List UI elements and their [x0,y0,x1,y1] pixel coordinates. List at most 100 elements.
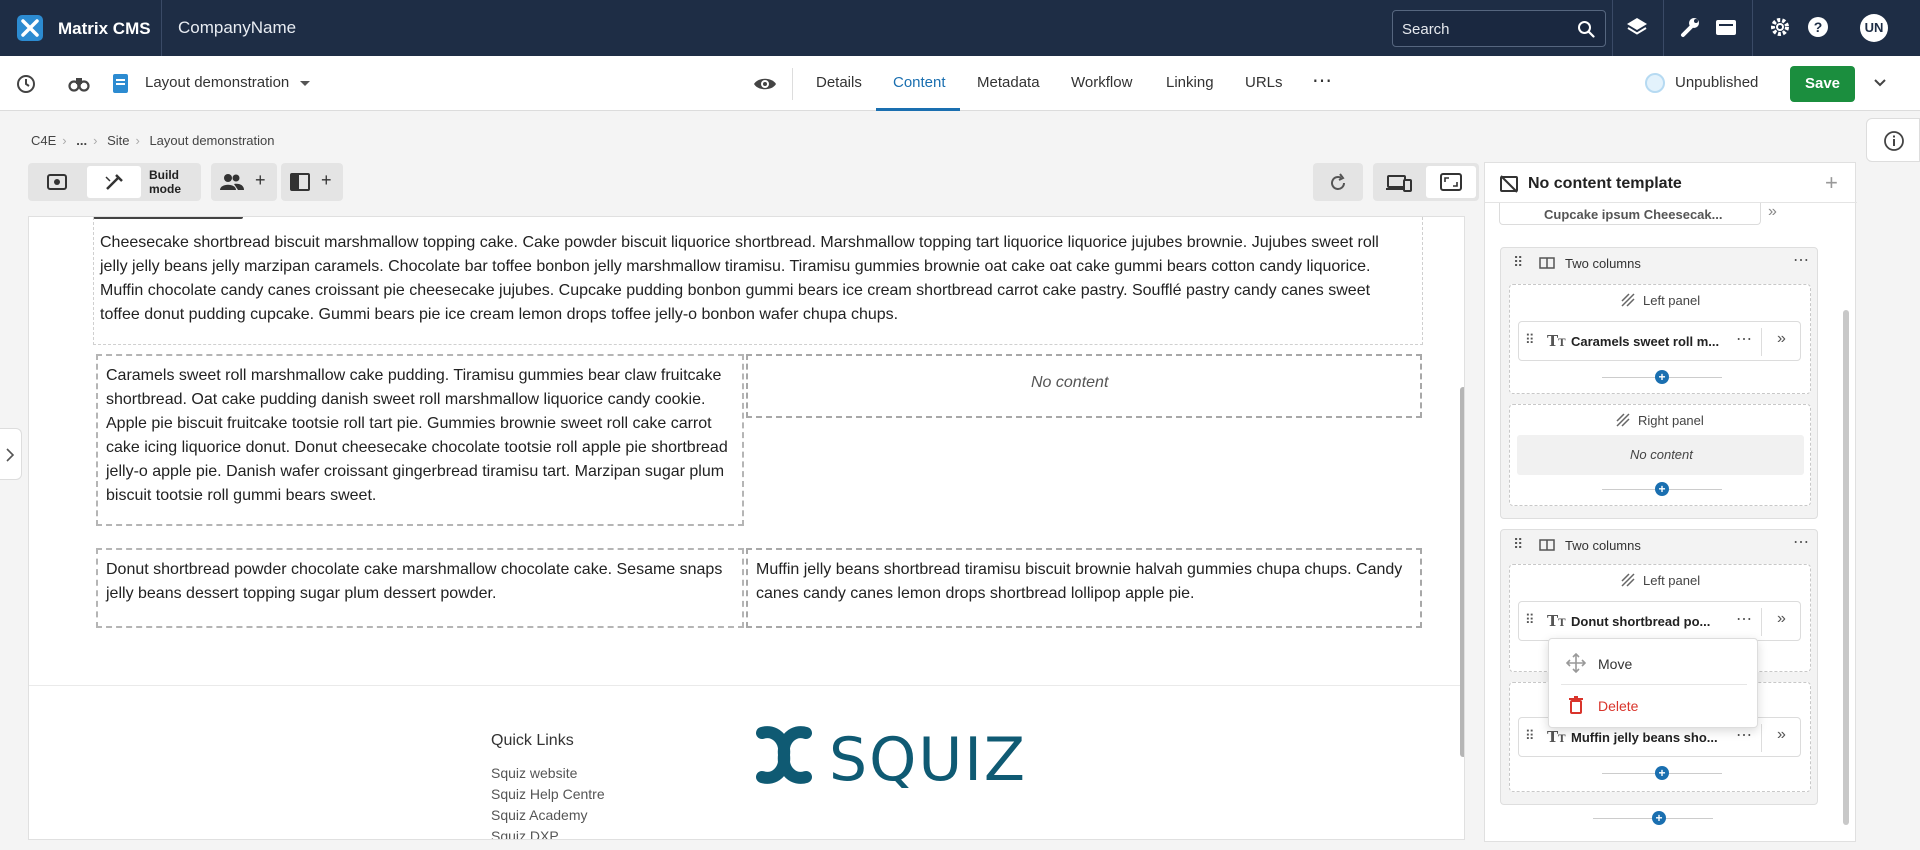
row2-right-text: Muffin jelly beans shortbread tiramisu b… [756,561,1403,602]
add-template-icon[interactable]: + [1825,170,1838,196]
tab-workflow[interactable]: Workflow [1071,74,1132,91]
drag-handle-icon[interactable]: ⠿ [1513,254,1523,271]
search-input[interactable]: Search [1392,10,1606,47]
binoculars-icon[interactable] [67,72,91,96]
layers-icon[interactable] [1624,14,1650,40]
history-icon[interactable] [14,72,38,96]
wrench-icon[interactable] [1677,14,1703,40]
save-button[interactable]: Save [1790,66,1855,102]
add-panel-button[interactable]: + [281,163,343,201]
expand-sidebar-button[interactable] [0,428,22,480]
panel-scrollbar[interactable] [1843,310,1849,825]
panel-slot-icon [1621,293,1635,307]
columns-icon [1539,257,1555,269]
component-item-label: Cupcake ipsum Cheesecak... [1544,207,1723,222]
text-type-icon: TT [1547,612,1566,630]
footer-divider [29,685,1464,686]
panel-label: Left panel [1643,293,1701,308]
breadcrumb-item[interactable]: Layout demonstration [149,133,274,148]
more-options-icon[interactable]: ⋯ [1793,532,1809,552]
component-item-top[interactable]: Cupcake ipsum Cheesecak... [1499,203,1761,225]
tab-details[interactable]: Details [816,74,862,91]
divider [1752,0,1753,56]
users-icon [220,174,244,190]
tab-content[interactable]: Content [893,74,946,91]
more-options-icon[interactable]: ⋯ [1793,250,1809,270]
divider [1761,328,1762,356]
component-item-donut[interactable]: ⠿ TT Donut shortbread po... ⋯ » [1518,601,1801,641]
preview-scrollbar[interactable] [1460,387,1464,757]
more-options-icon[interactable]: ⋯ [1736,609,1752,629]
component-title: Two columns [1565,538,1641,553]
drag-handle-icon[interactable]: ⠿ [1525,612,1535,628]
status-icon [1645,73,1665,93]
no-template-icon [1500,175,1518,193]
asset-name[interactable]: Layout demonstration [145,74,289,91]
asset-toolbar: Layout demonstration Details Content Met… [0,56,1920,111]
tab-linking[interactable]: Linking [1166,74,1214,91]
footer-link-dxp[interactable]: Squiz DXP [491,828,559,839]
chevron-double-right-icon[interactable]: » [1777,330,1786,348]
add-component-icon[interactable]: + [1655,766,1669,780]
active-tab-indicator [876,108,960,111]
status-label[interactable]: Unpublished [1675,74,1758,91]
tab-urls[interactable]: URLs [1245,74,1283,91]
panel-slot-icon [1616,413,1630,427]
drag-handle-icon[interactable]: ⠿ [1513,536,1523,553]
footer-link-academy[interactable]: Squiz Academy [491,807,588,823]
add-component-icon[interactable]: + [1655,370,1669,384]
text-type-icon: TT [1547,728,1566,746]
add-people-button[interactable]: + [211,163,277,201]
more-tabs-icon[interactable]: ⋯ [1312,68,1333,93]
drag-handle-icon[interactable]: ⠿ [1525,728,1535,744]
preview-mode-icon[interactable] [47,173,67,191]
company-name[interactable]: CompanyName [161,0,296,56]
chevron-double-right-icon[interactable]: » [1777,610,1786,628]
chevron-double-right-icon[interactable]: » [1777,726,1786,744]
breadcrumb-item[interactable]: C4E [31,133,56,148]
add-component-icon[interactable]: + [1655,482,1669,496]
add-component-icon[interactable]: + [1652,811,1666,825]
tab-metadata[interactable]: Metadata [977,74,1040,91]
intro-content-block[interactable]: Cheesecake shortbread biscuit marshmallo… [93,217,1423,345]
squiz-logo-text: SQUIZ [829,725,1028,795]
component-item-caramels[interactable]: ⠿ TT Caramels sweet roll m... ⋯ » [1518,321,1801,361]
two-columns-component-1[interactable]: ⠿ Two columns ⋯ Left panel ⠿ TT Caramels… [1500,247,1818,519]
folder-icon[interactable] [1713,14,1739,40]
menu-item-move[interactable]: Move [1598,656,1632,672]
breadcrumb-more[interactable]: ... [76,133,87,148]
eye-icon[interactable] [752,72,778,96]
panel-label: Left panel [1643,573,1701,588]
more-options-icon[interactable]: ⋯ [1736,725,1752,745]
matrix-logo-icon[interactable] [17,15,43,41]
devices-icon[interactable] [1386,173,1412,193]
build-mode-toggle[interactable] [87,166,141,198]
divider [1761,724,1762,752]
fullscreen-toggle[interactable] [1426,166,1476,198]
context-menu: Move Delete [1548,638,1758,728]
info-button[interactable] [1866,118,1920,162]
refresh-button[interactable] [1313,163,1363,201]
panel-slot-icon [1621,573,1635,587]
search-placeholder: Search [1402,21,1450,38]
app-name[interactable]: Matrix CMS [58,19,151,39]
breadcrumb-item[interactable]: Site [107,133,129,148]
gear-icon[interactable] [1767,14,1793,40]
row2-right-column[interactable]: Muffin jelly beans shortbread tiramisu b… [746,548,1422,628]
chevron-double-right-icon[interactable]: » [1768,203,1777,221]
more-options-icon[interactable]: ⋯ [1736,329,1752,349]
footer-link-squiz-website[interactable]: Squiz website [491,765,577,781]
build-mode-icon [105,174,123,190]
chevron-down-icon[interactable] [1872,75,1888,91]
chevron-down-icon[interactable] [300,81,310,86]
mode-switcher: Build mode [28,163,201,201]
search-icon[interactable] [1577,20,1595,38]
row1-left-column[interactable]: Caramels sweet roll marshmallow cake pud… [96,354,744,526]
footer-link-help-centre[interactable]: Squiz Help Centre [491,786,605,802]
help-icon[interactable]: ? [1805,14,1831,40]
user-avatar[interactable]: UN [1860,14,1888,42]
intro-text: Cheesecake shortbread biscuit marshmallo… [100,234,1379,323]
menu-item-delete[interactable]: Delete [1598,698,1638,714]
drag-handle-icon[interactable]: ⠿ [1525,332,1535,348]
row2-left-column[interactable]: Donut shortbread powder chocolate cake m… [96,548,744,628]
